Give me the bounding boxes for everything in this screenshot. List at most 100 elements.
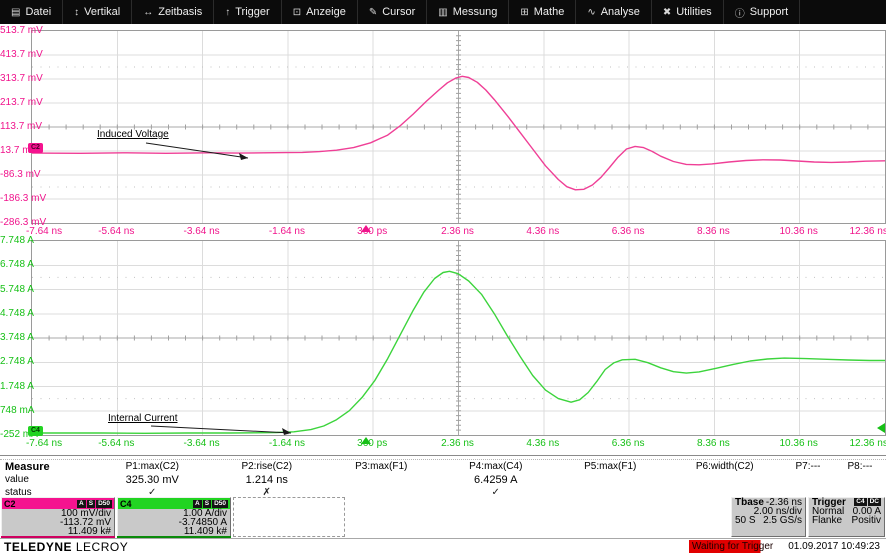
- measure-header-p7[interactable]: P7:---: [782, 461, 834, 472]
- status-bar: TELEDYNE LECROY Waiting for Trigger 01.0…: [0, 538, 886, 554]
- menu-item-label: Utilities: [676, 6, 712, 18]
- x-axis-label: -3.64 ns: [183, 226, 220, 237]
- x-axis-label: 2.36 ns: [441, 226, 474, 237]
- y-axis-label: 1.748 A: [0, 380, 34, 392]
- y-axis-label: 5.748 A: [0, 283, 34, 295]
- trigger-slope: Positiv: [851, 515, 881, 526]
- trigger-level-marker[interactable]: [877, 422, 885, 433]
- channel-badges: A S D50: [193, 499, 228, 508]
- channel-samples: 11.409 k#: [67, 526, 111, 537]
- badge-a: A: [193, 499, 202, 508]
- y-axis-label: 7.748 A: [0, 235, 34, 246]
- menu-item-messung[interactable]: ▥ Messung: [427, 0, 510, 24]
- y-axis-label: -286.3 mV: [0, 217, 47, 228]
- brand-secondary: LECROY: [75, 539, 129, 554]
- menu-item-label: Zeitbasis: [158, 6, 203, 18]
- x-axis-label: 8.36 ns: [696, 438, 730, 449]
- brand-primary: TELEDYNE: [4, 539, 73, 554]
- menu-item-vertikal[interactable]: ↕ Vertikal: [63, 0, 133, 24]
- plot-voltage[interactable]: [31, 30, 886, 224]
- menu-item-label: Analyse: [600, 6, 640, 18]
- measure-value-p2: 1.214 ns: [245, 473, 288, 486]
- measure-header-p3[interactable]: P3:max(F1): [324, 461, 439, 472]
- y-axis-label: 748 mA: [0, 404, 35, 416]
- y-axis-label: 113.7 mV: [0, 121, 43, 132]
- measure-header-p6[interactable]: P6:width(C2): [668, 461, 783, 472]
- trigger-time-marker[interactable]: [361, 225, 372, 232]
- measure-header-p4[interactable]: P4:max(C4): [439, 461, 554, 472]
- y-axis-label: -86.3 mV: [0, 169, 41, 180]
- channel-samples: 11.409 k#: [183, 526, 227, 537]
- trigger-time-marker[interactable]: [361, 437, 372, 444]
- timebase-box[interactable]: Tbase -2.36 ns 2.00 ns/div 50 S 2.5 GS/s: [731, 497, 806, 537]
- menu-item-cursor[interactable]: ✎ Cursor: [358, 0, 428, 24]
- menu-item-mathe[interactable]: ⊞ Mathe: [509, 0, 577, 24]
- x-axis-label: 10.36 ns: [779, 438, 818, 449]
- acquisition-status: Waiting for Trigger: [688, 540, 777, 553]
- menu-item-support[interactable]: ⓘ Support: [724, 0, 801, 24]
- measure-value-p1: 325.30 mV: [125, 473, 179, 486]
- meter-icon: ▥: [438, 6, 448, 18]
- menu-item-label: Anzeige: [306, 6, 346, 18]
- measure-header-p1[interactable]: P1:max(C2): [95, 461, 210, 472]
- plot-current[interactable]: [31, 240, 886, 436]
- menu-item-utilities[interactable]: ✖ Utilities: [652, 0, 724, 24]
- x-axis-label: -5.64 ns: [98, 438, 135, 449]
- c2-offset-marker[interactable]: C2: [28, 143, 43, 153]
- trigger-box[interactable]: Trigger C4 DC Normal 0.00 A Flanke Positi…: [808, 497, 885, 537]
- y-axis-label: 413.7 mV: [0, 49, 43, 60]
- pencil-icon: ✎: [368, 6, 378, 18]
- trigger-badge-c4: C4: [854, 498, 867, 506]
- trigger-arrow-icon: ↑: [225, 6, 231, 18]
- channel-name: C4: [120, 498, 132, 509]
- x-axis-label: -7.64 ns: [25, 438, 63, 449]
- display-icon: ⊡: [292, 6, 302, 18]
- x-axis-label: -1.64 ns: [268, 438, 305, 449]
- menu-item-label: Cursor: [382, 6, 416, 18]
- channel-badges: A S D50: [77, 499, 112, 508]
- c4-offset-marker[interactable]: C4: [28, 426, 43, 436]
- empty-trace-slot[interactable]: [233, 497, 345, 537]
- y-axis-label: 3.748 A: [0, 332, 34, 343]
- menu-item-label: Trigger: [235, 6, 270, 18]
- badge-s: S: [86, 499, 96, 508]
- menu-bar: ▤ Datei ↕ Vertikal ↔ Zeitbasis ↑ Trigger ⊡ Anzeig…: [0, 0, 886, 24]
- section-divider: [0, 455, 886, 456]
- menu-item-label: Vertikal: [84, 6, 121, 18]
- x-axis-label: 12.36 ns: [849, 226, 886, 237]
- measure-header-p2[interactable]: P2:rise(C2): [210, 461, 325, 472]
- menu-item-zeitbasis[interactable]: ↔ Zeitbasis: [132, 0, 215, 24]
- x-axis-label: 4.36 ns: [526, 226, 560, 237]
- menu-item-trigger[interactable]: ↑ Trigger: [214, 0, 282, 24]
- x-axis-label: 6.36 ns: [611, 226, 645, 237]
- menu-item-label: Support: [749, 6, 789, 18]
- measure-header-p5[interactable]: P5:max(F1): [553, 461, 668, 472]
- measure-table: Measure P1:max(C2) P2:rise(C2) P3:max(F1) P…: [0, 459, 886, 498]
- x-axis-label: 4.36 ns: [526, 438, 560, 449]
- y-axis-label: 2.748 A: [0, 356, 34, 368]
- tools-icon: ✖: [662, 6, 672, 18]
- channel-name: C2: [4, 498, 16, 509]
- x-axis-label: 12.36 ns: [849, 438, 886, 449]
- vertical-arrows-icon: ↕: [74, 6, 80, 18]
- measure-header-p8[interactable]: P8:---: [834, 461, 886, 472]
- x-axis-label: 6.36 ns: [611, 438, 645, 449]
- file-icon: ▤: [11, 6, 21, 18]
- x-axis-label: -3.64 ns: [183, 438, 220, 449]
- x-axis-label: -5.64 ns: [98, 226, 135, 237]
- y-axis-label: 6.748 A: [0, 259, 34, 271]
- badge-d50: D50: [96, 499, 112, 508]
- y-axis-label: -186.3 mV: [0, 193, 47, 204]
- measure-status-row-label: status: [5, 486, 32, 498]
- y-axis-label: 13.7 mV: [0, 145, 38, 156]
- oscilloscope-screen: ▤ Datei ↕ Vertikal ↔ Zeitbasis ↑ Trigger ⊡ Anzeig…: [0, 0, 886, 554]
- x-axis-label: 2.36 ns: [441, 438, 474, 449]
- channel-box-c4[interactable]: C4 A S D50 1.00 A/div -3.74850 A 11.409 k#: [117, 497, 231, 538]
- channel-box-c2[interactable]: C2 A S D50 100 mV/div -113.72 mV 11.409 k#: [1, 497, 115, 538]
- annotation-voltage: Induced Voltage: [97, 129, 169, 140]
- trigger-slope-label: Flanke: [812, 515, 843, 526]
- status-warning-icon: ✗: [262, 486, 271, 498]
- menu-item-analyse[interactable]: ∿ Analyse: [576, 0, 652, 24]
- menu-item-datei[interactable]: ▤ Datei: [0, 0, 64, 24]
- menu-item-anzeige[interactable]: ⊡ Anzeige: [282, 0, 358, 24]
